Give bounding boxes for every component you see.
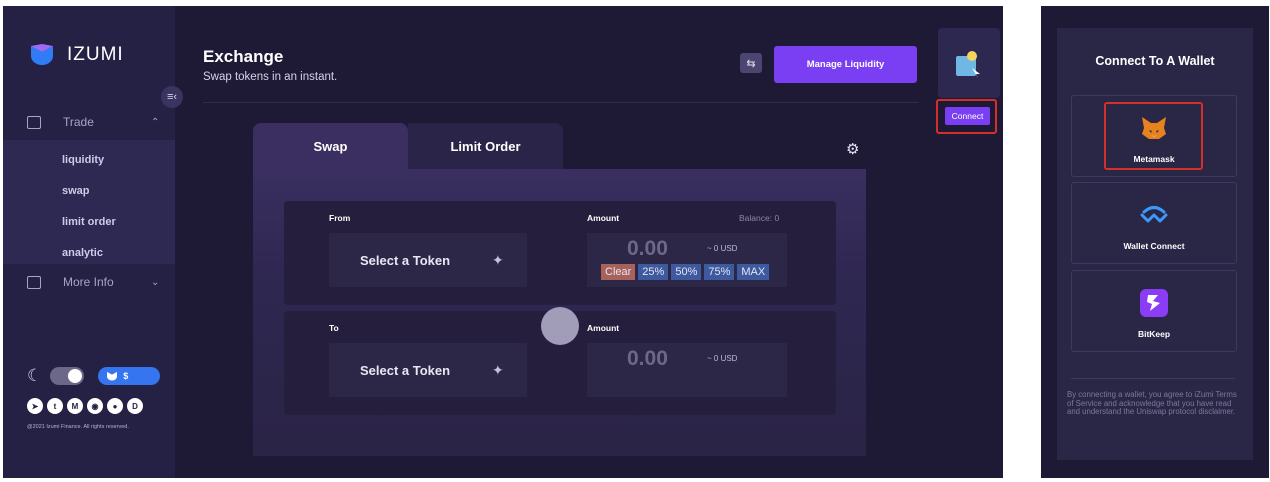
moon-icon: ☾ bbox=[27, 366, 43, 385]
reddit-icon[interactable]: ● bbox=[107, 398, 123, 414]
collapse-icon: ≡‹ bbox=[166, 91, 178, 103]
to-amount-input[interactable]: 0.00 ~ 0 USD bbox=[587, 343, 787, 397]
highlight-frame-metamask bbox=[1104, 102, 1203, 170]
wallet-option-walletconnect[interactable]: Wallet Connect bbox=[1071, 182, 1237, 264]
amount-label: Amount bbox=[587, 323, 620, 333]
manage-liquidity-button[interactable]: Manage Liquidity bbox=[774, 46, 917, 83]
walletconnect-icon bbox=[1139, 200, 1169, 230]
swap-arrows-icon: ⇆ bbox=[746, 57, 756, 70]
token-price: $ bbox=[123, 371, 129, 381]
logo[interactable]: IZUMI bbox=[29, 44, 124, 66]
swap-card: Swap Limit Order ⚙ From Amount Balance: … bbox=[253, 123, 866, 456]
header-divider bbox=[203, 102, 919, 103]
folder-icon bbox=[27, 275, 41, 289]
d-icon[interactable]: D bbox=[127, 398, 143, 414]
collapse-sidebar-button[interactable]: ≡‹ bbox=[161, 86, 183, 108]
page-title: Exchange bbox=[203, 47, 284, 66]
medium-icon[interactable]: M bbox=[67, 398, 83, 414]
trade-icon bbox=[27, 115, 41, 129]
social-links: ➤ t M ◉ ● D bbox=[27, 398, 143, 414]
cursor-click-icon: ✦ bbox=[492, 361, 504, 378]
trade-subnav: liquidity swap limit order analytic bbox=[3, 140, 175, 264]
page-subtitle: Swap tokens in an instant. bbox=[203, 71, 338, 83]
usd-value: ~ 0 USD bbox=[707, 354, 738, 363]
gear-icon[interactable]: ⚙ bbox=[846, 140, 859, 158]
max-button[interactable]: MAX bbox=[737, 264, 770, 280]
theme-toggle[interactable] bbox=[50, 367, 85, 385]
usd-value: ~ 0 USD bbox=[707, 244, 738, 253]
to-label: To bbox=[329, 323, 339, 333]
discord-icon[interactable]: ◉ bbox=[87, 398, 103, 414]
brand-name: IZUMI bbox=[67, 44, 124, 65]
from-label: From bbox=[329, 213, 351, 223]
from-panel: From Amount Balance: 0 Select a Token ✦ … bbox=[284, 201, 836, 305]
chevron-down-icon: ⌄ bbox=[151, 276, 160, 288]
quick-amount-buttons: Clear 25% 50% 75% MAX bbox=[601, 264, 770, 280]
exchange-app: IZUMI Trade ⌃ liquidity swap limit order… bbox=[3, 6, 1003, 478]
to-token-select[interactable]: Select a Token ✦ bbox=[329, 343, 527, 397]
sidebar-item-swap[interactable]: swap bbox=[62, 185, 90, 197]
izumi-logo-icon bbox=[31, 44, 53, 65]
wallet-icon bbox=[956, 51, 980, 78]
pct-25-button[interactable]: 25% bbox=[638, 264, 669, 280]
pct-75-button[interactable]: 75% bbox=[704, 264, 735, 280]
sidebar-item-more-info[interactable]: More Info ⌄ bbox=[3, 272, 175, 292]
wallet-option-label: Wallet Connect bbox=[1123, 241, 1185, 251]
amount-label: Amount bbox=[587, 213, 620, 223]
wallet-panel-title: Connect To A Wallet bbox=[1095, 54, 1215, 68]
sidebar-item-trade[interactable]: Trade ⌃ bbox=[3, 112, 175, 132]
theme-controls: ☾ $ bbox=[27, 366, 161, 386]
cursor-click-icon: ✦ bbox=[492, 251, 504, 268]
wallet-area bbox=[938, 28, 1000, 98]
twitter-icon[interactable]: t bbox=[47, 398, 63, 414]
connect-wallet-panel: Connect To A Wallet Metamask Wallet Conn… bbox=[1041, 6, 1269, 478]
wallet-divider bbox=[1071, 378, 1235, 379]
sidebar-item-label: More Info bbox=[63, 275, 114, 289]
token-select-label: Select a Token bbox=[360, 362, 451, 378]
highlight-frame-connect bbox=[936, 99, 997, 134]
sidebar-item-liquidity[interactable]: liquidity bbox=[62, 154, 104, 166]
amount-value: 0.00 bbox=[627, 347, 668, 370]
wallet-option-bitkeep[interactable]: BitKeep bbox=[1071, 270, 1237, 352]
wallet-disclaimer: By connecting a wallet, you agree to iZu… bbox=[1067, 390, 1237, 416]
sidebar-item-analytic[interactable]: analytic bbox=[62, 247, 103, 259]
clear-button[interactable]: Clear bbox=[601, 264, 636, 280]
chevron-up-icon: ⌃ bbox=[151, 116, 160, 128]
wallet-modal: Connect To A Wallet Metamask Wallet Conn… bbox=[1057, 28, 1253, 460]
token-price-pill[interactable]: $ bbox=[98, 367, 161, 385]
wallet-option-label: BitKeep bbox=[1137, 329, 1171, 339]
swap-direction-button[interactable] bbox=[541, 307, 579, 345]
bitkeep-icon bbox=[1139, 288, 1169, 318]
token-select-label: Select a Token bbox=[360, 252, 451, 268]
sidebar-item-limit-order[interactable]: limit order bbox=[62, 216, 116, 228]
tab-swap[interactable]: Swap bbox=[253, 123, 408, 169]
pct-50-button[interactable]: 50% bbox=[671, 264, 702, 280]
from-token-select[interactable]: Select a Token ✦ bbox=[329, 233, 527, 287]
sidebar: IZUMI Trade ⌃ liquidity swap limit order… bbox=[3, 6, 175, 478]
from-amount-input[interactable]: 0.00 ~ 0 USD Clear 25% 50% 75% MAX bbox=[587, 233, 787, 287]
tab-limit-order[interactable]: Limit Order bbox=[408, 123, 563, 169]
copyright: @2021 Izumi Finance. All rights reserved… bbox=[27, 424, 129, 430]
sidebar-item-label: Trade bbox=[63, 115, 94, 129]
balance-text: Balance: 0 bbox=[739, 213, 780, 223]
telegram-icon[interactable]: ➤ bbox=[27, 398, 43, 414]
izumi-logo-icon bbox=[107, 371, 118, 381]
swap-card-body: From Amount Balance: 0 Select a Token ✦ … bbox=[253, 169, 866, 456]
exchange-toggle-button[interactable]: ⇆ bbox=[740, 53, 762, 73]
amount-value: 0.00 bbox=[627, 237, 668, 260]
